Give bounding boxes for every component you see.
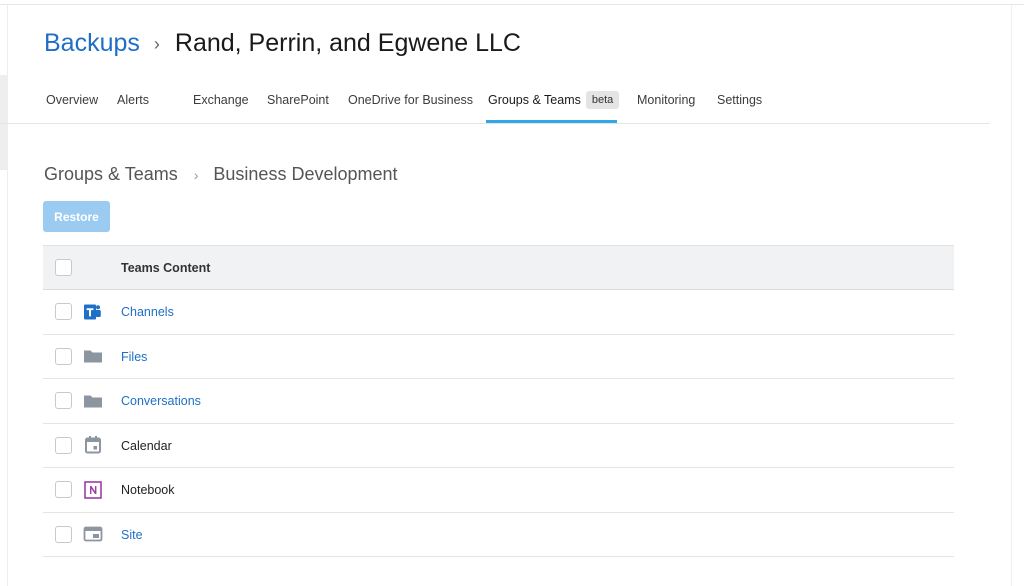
files-link[interactable]: Files <box>121 335 147 379</box>
notebook-label: Notebook <box>121 483 175 497</box>
tab-alerts[interactable]: Alerts <box>117 84 149 123</box>
restore-button[interactable]: Restore <box>43 201 110 232</box>
row-checkbox[interactable] <box>55 347 72 365</box>
breadcrumb-current-group: Business Development <box>213 163 398 184</box>
tab-settings[interactable]: Settings <box>717 84 762 123</box>
beta-badge: beta <box>585 91 620 109</box>
tab-groups-teams-label: Groups & Teams <box>488 93 581 107</box>
select-all-checkbox[interactable] <box>55 259 72 276</box>
breadcrumb-backups-link[interactable]: Backups <box>44 29 140 58</box>
tab-sharepoint[interactable]: SharePoint <box>267 84 329 123</box>
table-row: Site <box>43 513 954 557</box>
teams-content-table: Teams Content Channels Files Conversatio… <box>43 245 954 557</box>
tab-exchange[interactable]: Exchange <box>193 84 249 123</box>
conversations-link[interactable]: Conversations <box>121 379 201 423</box>
page-title: Rand, Perrin, and Egwene LLC <box>174 28 521 57</box>
table-header: Teams Content <box>43 245 954 290</box>
table-row: Files <box>43 335 954 379</box>
table-row: Channels <box>43 290 954 335</box>
row-checkbox[interactable] <box>55 525 72 543</box>
folder-icon <box>84 395 102 408</box>
folder-icon <box>84 350 102 363</box>
tab-monitoring[interactable]: Monitoring <box>637 84 695 123</box>
column-header-teams-content[interactable]: Teams Content <box>121 246 210 290</box>
calendar-label: Calendar <box>121 438 172 453</box>
row-checkbox[interactable] <box>55 303 72 321</box>
table-row: Notebook <box>43 468 954 513</box>
window-top-border <box>0 0 1024 5</box>
row-checkbox[interactable] <box>55 392 72 410</box>
chevron-right-icon: › <box>193 167 199 183</box>
section-breadcrumb: Groups & Teams › Business Development <box>44 162 398 186</box>
chevron-right-icon: › <box>153 33 160 54</box>
tab-groups-teams[interactable]: Groups & Teams beta <box>486 84 620 123</box>
tab-overview[interactable]: Overview <box>46 84 98 123</box>
row-checkbox[interactable] <box>55 436 72 454</box>
tab-onedrive-for-business[interactable]: OneDrive for Business <box>348 84 473 123</box>
calendar-icon <box>85 436 101 454</box>
tab-bar: Overview Alerts Exchange SharePoint OneD… <box>0 84 990 124</box>
row-checkbox[interactable] <box>55 481 72 499</box>
site-icon <box>83 526 103 542</box>
table-row: Conversations <box>43 379 954 424</box>
right-divider <box>1011 5 1012 586</box>
site-link[interactable]: Site <box>121 513 143 557</box>
breadcrumb-groups-teams[interactable]: Groups & Teams <box>44 164 178 185</box>
channels-link[interactable]: Channels <box>121 290 174 334</box>
page-breadcrumb: Backups › Rand, Perrin, and Egwene LLC <box>44 26 521 60</box>
onenote-icon <box>84 480 102 499</box>
teams-icon <box>84 304 101 320</box>
table-row: Calendar <box>43 424 954 468</box>
